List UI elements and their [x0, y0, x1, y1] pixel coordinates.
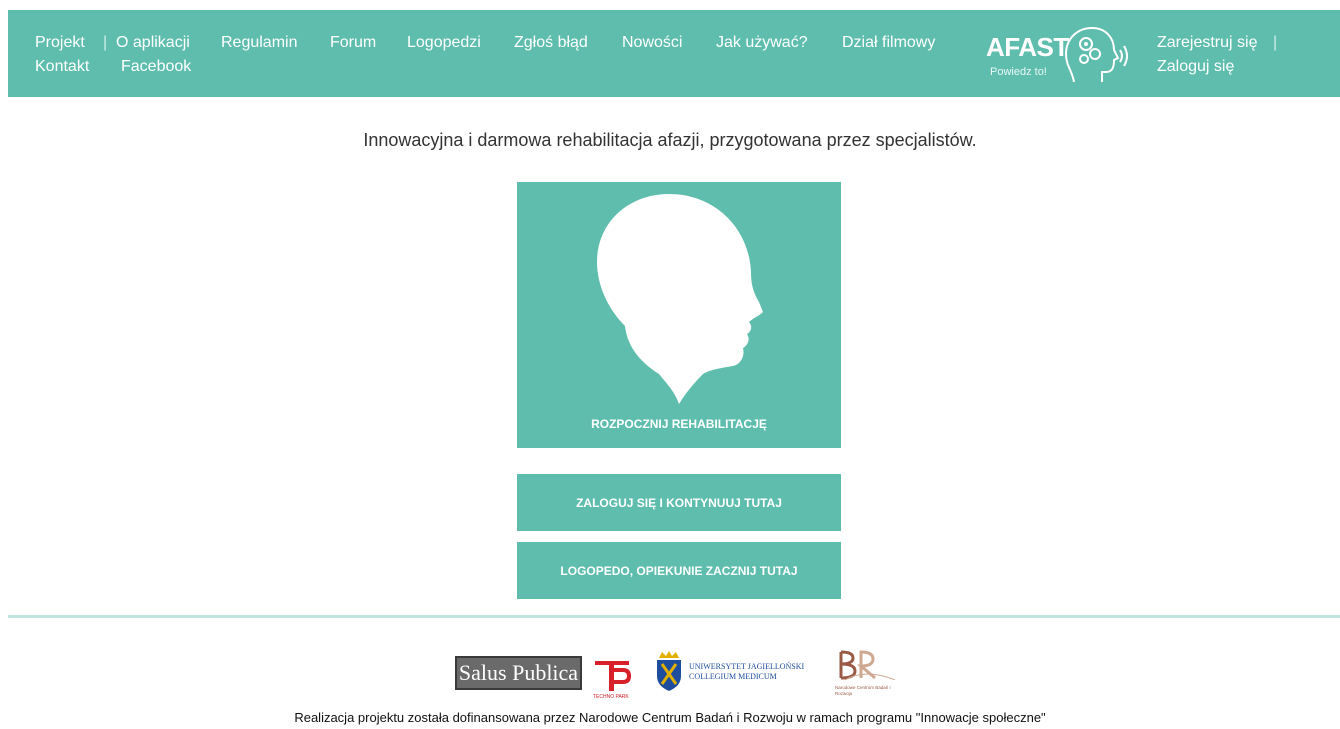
- page-tagline: Innowacyjna i darmowa rehabilitacja afaz…: [363, 130, 977, 150]
- top-navigation-bar: Projekt | O aplikacji Regulamin Forum Lo…: [8, 10, 1340, 97]
- ncbr-emblem-icon: [839, 650, 896, 681]
- nav-link-dzial-filmowy[interactable]: Dział filmowy: [842, 34, 935, 52]
- nav-link-kontakt[interactable]: Kontakt: [35, 58, 89, 76]
- nav-link-nowosci[interactable]: Nowości: [622, 34, 682, 52]
- nav-link-zglos-blad[interactable]: Zgłoś błąd: [514, 34, 588, 52]
- therapist-start-button[interactable]: LOGOPEDO, OPIEKUNIE ZACZNIJ TUTAJ: [517, 542, 841, 599]
- ncbr-logo: Narodowe Centrum Badań i Rozwoju: [835, 650, 905, 696]
- login-continue-button[interactable]: ZALOGUJ SIĘ I KONTYNUUJ TUTAJ: [517, 474, 841, 531]
- salus-publica-logo: Salus Publica: [455, 656, 582, 690]
- nav-link-regulamin[interactable]: Regulamin: [221, 34, 297, 52]
- nav-link-o-aplikacji[interactable]: O aplikacji: [116, 34, 190, 52]
- login-link[interactable]: Zaloguj się: [1157, 58, 1234, 76]
- nav-link-forum[interactable]: Forum: [330, 34, 376, 52]
- afast-logo[interactable]: AFAST Powiedz to!: [978, 26, 1133, 90]
- start-rehabilitation-label: ROZPOCZNIJ REHABILITACJĘ: [591, 417, 767, 431]
- nav-separator: |: [103, 34, 108, 51]
- funding-notice: Realizacja projektu została dofinansowan…: [294, 710, 1046, 725]
- uj-subname: COLLEGIUM MEDICUM: [689, 672, 777, 681]
- speaking-head-icon: [1064, 26, 1128, 83]
- uj-logo-text: UNIWERSYTET JAGIELLOŃSKI COLLEGIUM MEDIC…: [689, 662, 804, 682]
- nav-link-logopedzi[interactable]: Logopedzi: [407, 34, 481, 52]
- auth-separator: |: [1273, 34, 1278, 51]
- techno-park-text: TECHNO PARK: [593, 694, 629, 700]
- techno-park-logo: TECHNO PARK: [593, 658, 643, 700]
- ncbr-text: Narodowe Centrum Badań i Rozwoju: [835, 685, 891, 696]
- start-rehabilitation-card[interactable]: ROZPOCZNIJ REHABILITACJĘ: [517, 182, 841, 448]
- logo-title: AFAST: [986, 32, 1069, 62]
- nav-link-facebook[interactable]: Facebook: [121, 58, 191, 76]
- nav-link-jak-uzywac[interactable]: Jak używać?: [716, 34, 808, 52]
- logo-slogan: Powiedz to!: [990, 66, 1047, 78]
- techno-park-emblem-icon: [595, 661, 632, 691]
- register-link[interactable]: Zarejestruj się: [1157, 34, 1257, 52]
- uj-name: UNIWERSYTET JAGIELLOŃSKI: [689, 662, 805, 671]
- nav-link-projekt[interactable]: Projekt: [35, 34, 85, 52]
- footer-divider: [8, 615, 1340, 618]
- head-silhouette-icon: [597, 194, 763, 404]
- sponsor-logos: Salus Publica TECHNO PARK UNIWERSYTET JA…: [455, 648, 905, 700]
- uj-crest-icon: [657, 651, 681, 691]
